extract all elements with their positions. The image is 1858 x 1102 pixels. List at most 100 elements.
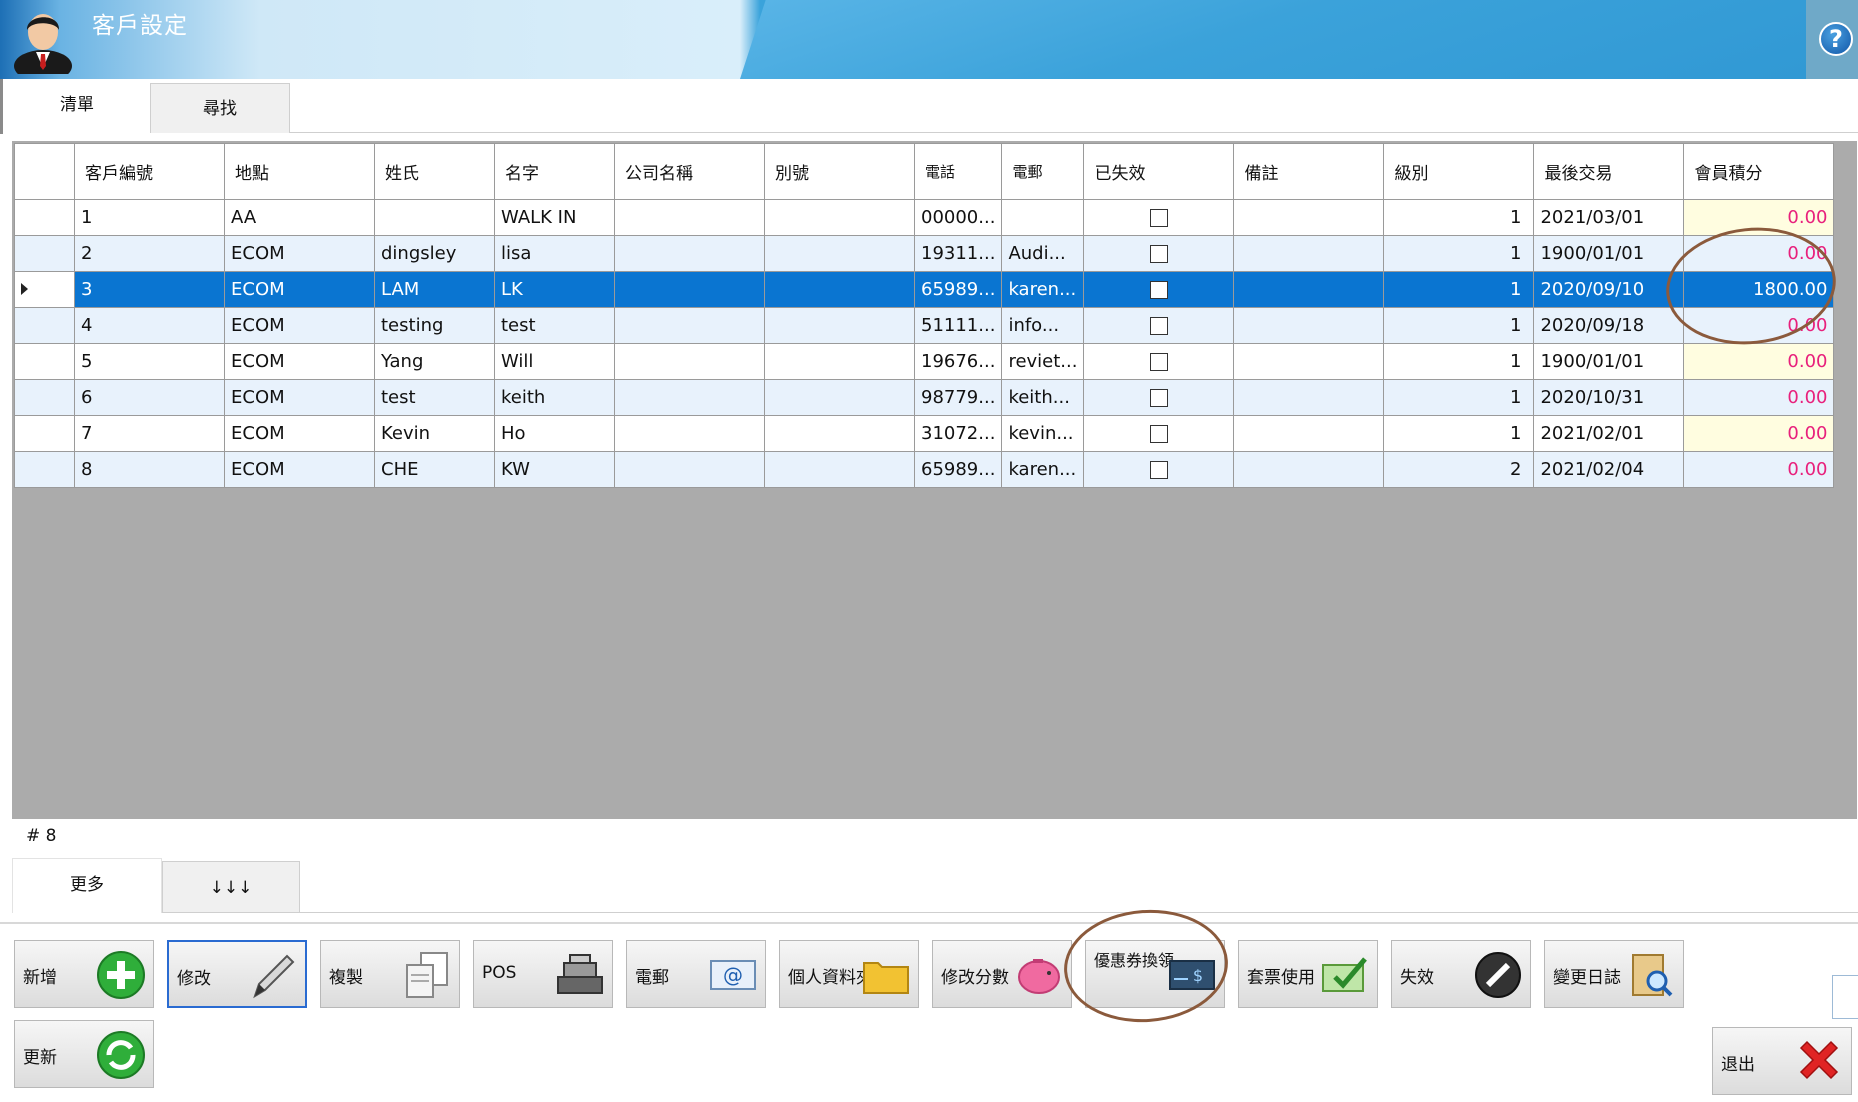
table-row[interactable]: 5 ECOM Yang Will 19676... reviet... 1 1900/01/0… bbox=[14, 343, 1835, 380]
column-header-member-points[interactable]: 會員積分 bbox=[1683, 143, 1835, 200]
cell-last-transaction[interactable]: 2021/02/04 bbox=[1533, 451, 1685, 488]
column-header-alias[interactable]: 別號 bbox=[764, 143, 915, 200]
disabled-checkbox[interactable] bbox=[1149, 281, 1168, 299]
cell-remarks[interactable] bbox=[1233, 199, 1385, 236]
cell-first-name[interactable]: KW bbox=[494, 451, 615, 488]
cell-phone[interactable]: 19311... bbox=[913, 235, 1003, 272]
cell-level[interactable]: 1 bbox=[1383, 199, 1535, 236]
cell-alias[interactable] bbox=[764, 451, 915, 488]
copy-button[interactable]: 複製 bbox=[320, 940, 460, 1008]
cell-company[interactable] bbox=[614, 199, 765, 236]
coupon-redeem-button[interactable]: 優惠券換領 $ bbox=[1085, 940, 1225, 1008]
cell-last-transaction[interactable]: 2020/10/31 bbox=[1533, 379, 1685, 416]
cell-customer-id[interactable]: 2 bbox=[74, 235, 225, 272]
cell-level[interactable]: 1 bbox=[1383, 235, 1535, 272]
cell-email[interactable] bbox=[1001, 199, 1085, 236]
row-header-cell[interactable] bbox=[14, 343, 75, 380]
cell-email[interactable]: karen... bbox=[1001, 451, 1085, 488]
cell-location[interactable]: ECOM bbox=[224, 307, 375, 344]
cell-member-points[interactable]: 0.00 bbox=[1683, 235, 1835, 272]
row-header-cell[interactable] bbox=[14, 271, 75, 308]
table-row[interactable]: 6 ECOM test keith 98779... keith... 1 2020/10/3… bbox=[14, 379, 1835, 416]
table-row[interactable]: 4 ECOM testing test 51111... info... 1 2020/09/… bbox=[14, 307, 1835, 344]
add-button[interactable]: 新增 bbox=[14, 940, 154, 1008]
cell-phone[interactable]: 65989... bbox=[913, 271, 1003, 308]
side-panel-toggle-icon[interactable] bbox=[1832, 975, 1858, 1019]
cell-phone[interactable]: 65989... bbox=[913, 451, 1003, 488]
cell-last-transaction[interactable]: 2021/03/01 bbox=[1533, 199, 1685, 236]
disable-button[interactable]: 失效 bbox=[1391, 940, 1531, 1008]
cell-member-points[interactable]: 0.00 bbox=[1683, 199, 1835, 236]
cell-email[interactable]: reviet... bbox=[1001, 343, 1085, 380]
cell-last-transaction[interactable]: 1900/01/01 bbox=[1533, 235, 1685, 272]
cell-level[interactable]: 1 bbox=[1383, 271, 1535, 308]
email-button[interactable]: 電郵 @ bbox=[626, 940, 766, 1008]
cell-disabled[interactable] bbox=[1083, 235, 1235, 272]
column-header-last-name[interactable]: 姓氏 bbox=[374, 143, 495, 200]
edit-button[interactable]: 修改 bbox=[167, 940, 307, 1008]
cell-member-points[interactable]: 0.00 bbox=[1683, 415, 1835, 452]
cell-last-transaction[interactable]: 2021/02/01 bbox=[1533, 415, 1685, 452]
cell-first-name[interactable]: test bbox=[494, 307, 615, 344]
cell-member-points[interactable]: 0.00 bbox=[1683, 343, 1835, 380]
row-header-cell[interactable] bbox=[14, 235, 75, 272]
disabled-checkbox[interactable] bbox=[1149, 461, 1168, 479]
cell-last-transaction[interactable]: 2020/09/10 bbox=[1533, 271, 1685, 308]
cell-last-name[interactable]: test bbox=[374, 379, 495, 416]
cell-company[interactable] bbox=[614, 343, 765, 380]
cell-remarks[interactable] bbox=[1233, 415, 1385, 452]
cell-alias[interactable] bbox=[764, 199, 915, 236]
change-log-button[interactable]: 變更日誌 bbox=[1544, 940, 1684, 1008]
cell-remarks[interactable] bbox=[1233, 271, 1385, 308]
cell-customer-id[interactable]: 8 bbox=[74, 451, 225, 488]
cell-location[interactable]: AA bbox=[224, 199, 375, 236]
table-row[interactable]: 3 ECOM LAM LK 65989... karen... 1 2020/09/10 180… bbox=[14, 271, 1835, 308]
cell-email[interactable]: info... bbox=[1001, 307, 1085, 344]
cell-last-name[interactable] bbox=[374, 199, 495, 236]
cell-last-name[interactable]: Kevin bbox=[374, 415, 495, 452]
cell-remarks[interactable] bbox=[1233, 307, 1385, 344]
column-header-phone[interactable]: 電話 bbox=[913, 143, 1003, 200]
exit-button[interactable]: 退出 bbox=[1712, 1027, 1852, 1095]
cell-location[interactable]: ECOM bbox=[224, 343, 375, 380]
cell-level[interactable]: 2 bbox=[1383, 451, 1535, 488]
disabled-checkbox[interactable] bbox=[1149, 245, 1168, 263]
column-header-location[interactable]: 地點 bbox=[224, 143, 375, 200]
cell-level[interactable]: 1 bbox=[1383, 307, 1535, 344]
cell-email[interactable]: karen... bbox=[1001, 271, 1085, 308]
cell-disabled[interactable] bbox=[1083, 451, 1235, 488]
row-header-cell[interactable] bbox=[14, 307, 75, 344]
disabled-checkbox[interactable] bbox=[1149, 353, 1168, 371]
cell-last-name[interactable]: LAM bbox=[374, 271, 495, 308]
tab-list[interactable]: 清單 bbox=[4, 80, 150, 133]
cell-email[interactable]: Audi... bbox=[1001, 235, 1085, 272]
tab-expand[interactable]: ↓↓↓ bbox=[162, 861, 300, 913]
tab-more[interactable]: 更多 bbox=[12, 858, 162, 913]
disabled-checkbox[interactable] bbox=[1149, 425, 1168, 443]
cell-member-points[interactable]: 1800.00 bbox=[1683, 271, 1835, 308]
cell-disabled[interactable] bbox=[1083, 307, 1235, 344]
cell-alias[interactable] bbox=[764, 415, 915, 452]
cell-disabled[interactable] bbox=[1083, 379, 1235, 416]
cell-phone[interactable]: 51111... bbox=[913, 307, 1003, 344]
cell-email[interactable]: kevin... bbox=[1001, 415, 1085, 452]
cell-first-name[interactable]: Ho bbox=[494, 415, 615, 452]
cell-company[interactable] bbox=[614, 271, 765, 308]
cell-location[interactable]: ECOM bbox=[224, 451, 375, 488]
cell-location[interactable]: ECOM bbox=[224, 271, 375, 308]
disabled-checkbox[interactable] bbox=[1149, 317, 1168, 335]
table-row[interactable]: 1 AA WALK IN 00000... 1 2021/03/01 0.00 bbox=[14, 199, 1835, 236]
cell-last-name[interactable]: CHE bbox=[374, 451, 495, 488]
cell-location[interactable]: ECOM bbox=[224, 235, 375, 272]
cell-customer-id[interactable]: 3 bbox=[74, 271, 225, 308]
cell-location[interactable]: ECOM bbox=[224, 415, 375, 452]
cell-location[interactable]: ECOM bbox=[224, 379, 375, 416]
cell-email[interactable]: keith... bbox=[1001, 379, 1085, 416]
cell-phone[interactable]: 98779... bbox=[913, 379, 1003, 416]
personal-folder-button[interactable]: 個人資料夾 bbox=[779, 940, 919, 1008]
cell-company[interactable] bbox=[614, 415, 765, 452]
cell-company[interactable] bbox=[614, 235, 765, 272]
disabled-checkbox[interactable] bbox=[1149, 209, 1168, 227]
pos-button[interactable]: POS bbox=[473, 940, 613, 1008]
column-header-company[interactable]: 公司名稱 bbox=[614, 143, 765, 200]
